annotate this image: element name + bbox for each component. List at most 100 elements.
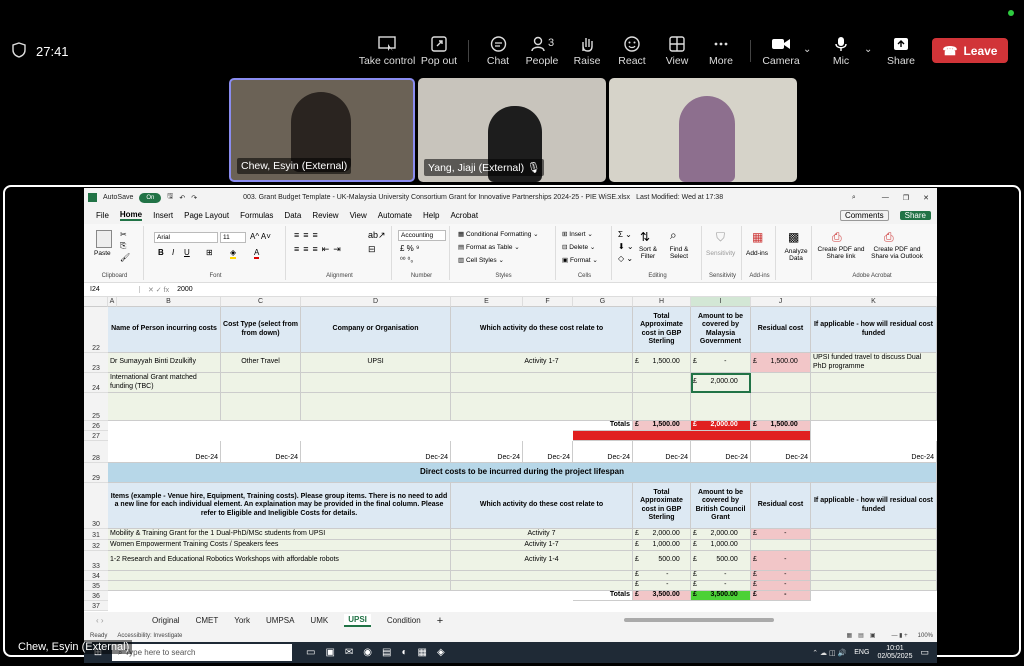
col-header-b[interactable]: B xyxy=(117,297,221,307)
cut-icon[interactable]: ✂ xyxy=(120,230,127,239)
notifications-icon[interactable]: ▭ xyxy=(920,647,929,658)
font-name-select[interactable]: Arial xyxy=(154,232,218,243)
participant-tile-chew[interactable]: Chew, Esyin (External) xyxy=(229,78,415,182)
total-cell[interactable]: £ - xyxy=(633,571,691,581)
vertical-align-icons[interactable]: ≡≡≡ xyxy=(294,230,322,240)
residual-cell[interactable]: £ - xyxy=(751,571,811,581)
sheet-tab[interactable]: UMPSA xyxy=(266,616,294,625)
format-cells-button[interactable]: ▣ Format ⌄ xyxy=(562,256,598,264)
format-painter-icon[interactable]: 🖌 xyxy=(120,253,130,262)
addins-icon[interactable]: ▦ xyxy=(752,230,763,244)
font-size-select[interactable]: 11 xyxy=(220,232,246,243)
cell-i23[interactable]: £ - xyxy=(691,353,751,373)
activity-cell[interactable]: Activity 1-7 xyxy=(451,540,633,551)
sort-filter-label[interactable]: Sort & Filter xyxy=(636,246,660,260)
autosum-icon[interactable]: Σ ⌄ xyxy=(618,230,632,239)
cell-b23[interactable]: Dr Sumayyah Binti Dzulkifly xyxy=(108,353,221,373)
analyze-data-button[interactable]: Analyze Data xyxy=(782,248,810,262)
analyze-data-icon[interactable]: ▩ xyxy=(788,230,799,244)
people-button[interactable]: People xyxy=(524,36,560,67)
date-cell[interactable]: Dec-24 xyxy=(301,441,451,463)
pdf-outlook-icon[interactable]: ⎙ xyxy=(884,230,894,245)
cell-k24[interactable] xyxy=(811,373,937,393)
col-header-c[interactable]: C xyxy=(221,297,301,307)
conditional-formatting-button[interactable]: ▦ Conditional Formatting ⌄ xyxy=(458,230,539,238)
item-cell[interactable] xyxy=(108,571,451,581)
total-cell[interactable]: £ - xyxy=(633,581,691,591)
col-header-f[interactable]: F xyxy=(523,297,573,307)
tab-help[interactable]: Help xyxy=(423,211,439,220)
select-all[interactable] xyxy=(84,297,108,307)
sensitivity-button[interactable]: Sensitivity xyxy=(706,250,735,257)
total-h36[interactable]: £ 3,500.00 xyxy=(633,591,691,601)
underline-icon[interactable]: U xyxy=(184,248,190,257)
cell-i24-selected[interactable]: £ 2,000.00 xyxy=(691,373,751,393)
participant-tile-yang[interactable]: Yang, Jiaji (External) 🎙 xyxy=(418,78,606,182)
tab-insert[interactable]: Insert xyxy=(153,211,173,220)
cell-h23[interactable]: £ 1,500.00 xyxy=(633,353,691,373)
col-header-e[interactable]: E xyxy=(451,297,523,307)
activity-cell[interactable]: Activity 1-4 xyxy=(451,551,633,571)
delete-cells-button[interactable]: ⊟ Delete ⌄ xyxy=(562,243,595,251)
comments-button[interactable]: Comments xyxy=(839,210,889,221)
bc-grant-cell[interactable]: £ - xyxy=(691,571,751,581)
tab-review[interactable]: Review xyxy=(312,211,338,220)
redo-icon[interactable]: ↷ xyxy=(191,194,197,202)
date-cell[interactable]: Dec-24 xyxy=(523,441,573,463)
cell-styles-button[interactable]: ▥ Cell Styles ⌄ xyxy=(458,256,504,264)
funded-cell[interactable] xyxy=(811,581,937,591)
item-cell[interactable]: Women Empowerment Training Costs / Speak… xyxy=(108,540,451,551)
col-header-j[interactable]: J xyxy=(751,297,811,307)
cell-e25[interactable] xyxy=(451,393,633,421)
tab-acrobat[interactable]: Acrobat xyxy=(450,211,478,220)
close-icon[interactable]: ✕ xyxy=(923,194,929,202)
camera-options-chevron-icon[interactable]: ⌄ xyxy=(803,44,811,55)
merge-icon[interactable]: ⊟ xyxy=(368,244,376,255)
copy-icon[interactable]: ⎘ xyxy=(120,241,126,251)
font-color-icon[interactable]: A xyxy=(254,248,260,259)
language-indicator[interactable]: ENG xyxy=(854,649,869,656)
more-button[interactable]: More xyxy=(706,36,736,67)
tab-file[interactable]: File xyxy=(96,211,109,220)
paste-icon[interactable] xyxy=(96,230,112,248)
residual-cell[interactable] xyxy=(751,540,811,551)
spreadsheet-grid[interactable]: A B C D E F G H I J K 22 Name of Person … xyxy=(84,297,937,611)
fill-color-icon[interactable]: ◈ xyxy=(230,248,237,259)
cell-c23[interactable]: Other Travel xyxy=(221,353,301,373)
sheet-tab-active[interactable]: UPSI xyxy=(344,614,371,627)
row-header[interactable]: 36 xyxy=(84,591,108,601)
taskbar-clock[interactable]: 10:01 02/05/2025 xyxy=(877,645,912,661)
row-header[interactable]: 22 xyxy=(84,307,108,353)
create-pdf-outlook-button[interactable]: Create PDF and Share via Outlook xyxy=(868,246,926,260)
activity-cell[interactable] xyxy=(451,581,633,591)
share-button[interactable]: Share xyxy=(886,36,916,67)
tab-automate[interactable]: Automate xyxy=(378,211,412,220)
residual-cell[interactable]: £ - xyxy=(751,529,811,540)
cell-h25[interactable] xyxy=(633,393,691,421)
row-header[interactable]: 27 xyxy=(84,431,108,441)
row-header[interactable]: 33 xyxy=(84,551,108,571)
mic-button[interactable]: Mic xyxy=(828,36,854,67)
save-icon[interactable]: 🖫 xyxy=(167,192,173,203)
residual-cell[interactable]: £ - xyxy=(751,581,811,591)
system-tray-icons[interactable]: ⌃ ☁ ◫ 🔊 xyxy=(812,649,846,657)
cell-j24[interactable] xyxy=(751,373,811,393)
cell-c25[interactable] xyxy=(221,393,301,421)
total-cell[interactable]: £ 2,000.00 xyxy=(633,529,691,540)
cell-b25[interactable] xyxy=(108,393,221,421)
date-cell[interactable]: Dec-24 xyxy=(751,441,811,463)
row-header[interactable]: 23 xyxy=(84,353,108,373)
row-header[interactable]: 30 xyxy=(84,483,108,529)
tab-nav-arrows-icon[interactable]: ‹ › xyxy=(96,616,104,625)
cell-c24[interactable] xyxy=(221,373,301,393)
leave-button[interactable]: ☎ Leave xyxy=(932,38,1008,63)
create-pdf-link-button[interactable]: Create PDF and Share link xyxy=(816,246,866,260)
share-excel-button[interactable]: Share xyxy=(899,211,931,220)
item-cell[interactable]: 1-2 Research and Educational Robotics Wo… xyxy=(108,551,451,571)
bc-grant-cell[interactable]: £ - xyxy=(691,581,751,591)
taskbar-app-icons[interactable]: ▭▣✉◉▤◐▦◈ xyxy=(306,647,455,658)
mic-options-chevron-icon[interactable]: ⌄ xyxy=(864,44,872,55)
sheet-tab[interactable]: UMK xyxy=(310,616,328,625)
view-button[interactable]: View xyxy=(662,36,692,67)
raise-button[interactable]: Raise xyxy=(572,36,602,67)
